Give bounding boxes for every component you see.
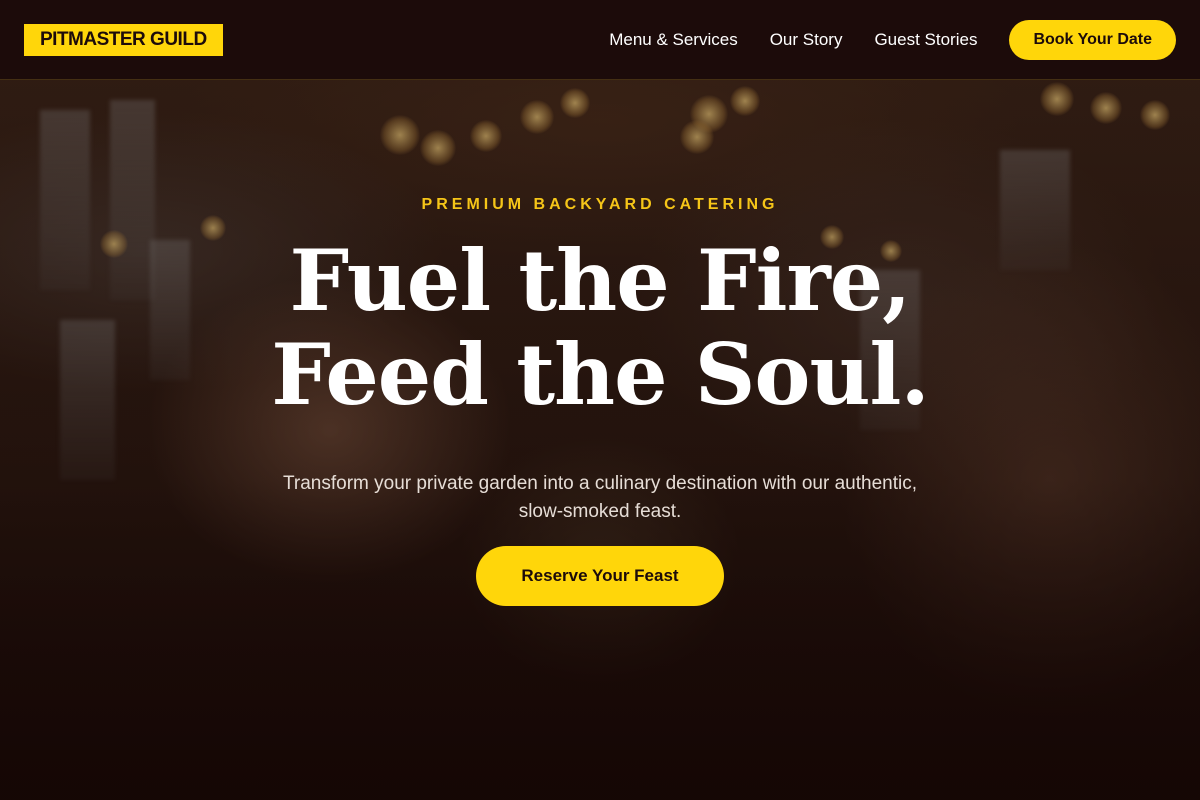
hero-subheading: Transform your private garden into a cul… <box>282 473 917 522</box>
nav-links: Menu & Services Our Story Guest Stories … <box>609 20 1176 60</box>
nav-link-our-story[interactable]: Our Story <box>770 30 843 50</box>
book-your-date-button[interactable]: Book Your Date <box>1009 20 1176 60</box>
hero-headline: Fuel the Fire, Feed the Soul. <box>0 234 1200 422</box>
reserve-your-feast-button[interactable]: Reserve Your Feast <box>476 546 724 606</box>
nav-link-menu-services[interactable]: Menu & Services <box>609 30 738 50</box>
top-navigation: PITMASTER GUILD Menu & Services Our Stor… <box>0 0 1200 80</box>
hero-headline-line-2: Feed the Soul. <box>271 325 929 424</box>
landing-page: PITMASTER GUILD Menu & Services Our Stor… <box>0 0 1200 800</box>
hero-eyebrow: PREMIUM BACKYARD CATERING <box>421 196 779 213</box>
nav-link-guest-stories[interactable]: Guest Stories <box>874 30 977 50</box>
site-logo[interactable]: PITMASTER GUILD <box>24 24 223 56</box>
hero-headline-line-1: Fuel the Fire, <box>289 231 912 330</box>
hero-section: PREMIUM BACKYARD CATERING Fuel the Fire,… <box>0 0 1200 800</box>
